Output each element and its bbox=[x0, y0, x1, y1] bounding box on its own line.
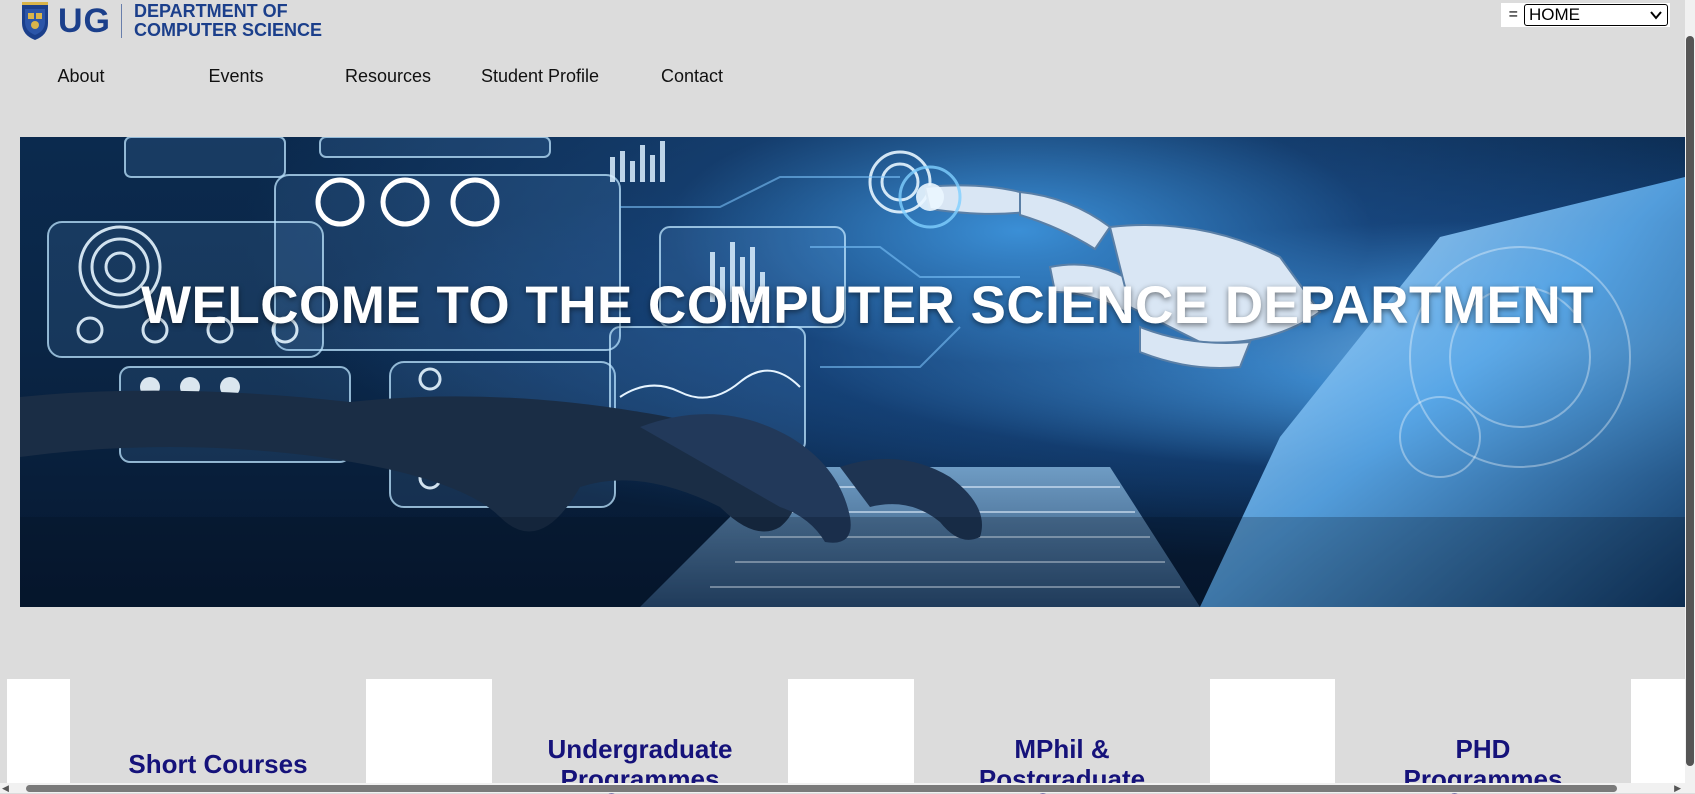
chevron-down-icon bbox=[1650, 11, 1662, 20]
logo-text: UG bbox=[58, 2, 111, 40]
card-spacer bbox=[366, 679, 492, 783]
scroll-right-arrow-icon[interactable]: ▶ bbox=[1674, 784, 1681, 793]
card-spacer bbox=[7, 679, 70, 783]
main-navigation: About Events Resources Student Profile C… bbox=[0, 66, 772, 87]
nav-contact-link[interactable]: Contact bbox=[612, 66, 772, 87]
nav-student-profile-link[interactable]: Student Profile bbox=[468, 66, 612, 87]
card-title: Short Courses bbox=[128, 749, 308, 779]
horizontal-scroll-thumb[interactable] bbox=[26, 785, 1617, 792]
vertical-scroll-thumb[interactable] bbox=[1686, 36, 1694, 766]
page-select-value: HOME bbox=[1529, 5, 1580, 24]
undergraduate-card[interactable]: Undergraduate Programmes bbox=[492, 679, 788, 794]
logo-divider bbox=[121, 4, 122, 38]
department-line-1: DEPARTMENT OF bbox=[134, 1, 288, 21]
department-line-2: COMPUTER SCIENCE bbox=[134, 20, 323, 40]
vertical-scrollbar[interactable] bbox=[1685, 0, 1695, 784]
department-name: DEPARTMENT OF COMPUTER SCIENCE bbox=[134, 2, 322, 40]
hero-title: WELCOME TO THE COMPUTER SCIENCE DEPARTME… bbox=[140, 276, 1594, 335]
card-title: MPhil & bbox=[1014, 734, 1110, 764]
card-spacer bbox=[788, 679, 914, 783]
page-select-container: = HOME bbox=[1500, 3, 1670, 27]
page-select-dropdown[interactable]: HOME bbox=[1524, 4, 1668, 26]
scroll-left-arrow-icon[interactable]: ◀ bbox=[2, 784, 9, 793]
card-title: Undergraduate bbox=[547, 734, 733, 764]
site-logo[interactable]: UG DEPARTMENT OF COMPUTER SCIENCE bbox=[20, 0, 322, 42]
nav-events-link[interactable]: Events bbox=[164, 66, 308, 87]
nav-about-link[interactable]: About bbox=[0, 66, 162, 87]
card-title: PHD bbox=[1455, 734, 1511, 764]
horizontal-scrollbar[interactable]: ◀ ▶ bbox=[0, 783, 1695, 793]
programmes-section: Short Courses Undergraduate Programmes M… bbox=[7, 679, 1695, 794]
mphil-postgraduate-card[interactable]: MPhil & Postgraduate bbox=[914, 679, 1210, 794]
select-prefix: = bbox=[1508, 6, 1518, 23]
university-crest-icon bbox=[20, 1, 50, 41]
card-spacer bbox=[1209, 679, 1335, 783]
hero-banner: WELCOME TO THE COMPUTER SCIENCE DEPARTME… bbox=[20, 137, 1685, 607]
phd-card[interactable]: PHD Programmes bbox=[1335, 679, 1631, 794]
nav-resources-link[interactable]: Resources bbox=[308, 66, 468, 87]
short-courses-card[interactable]: Short Courses bbox=[70, 679, 366, 783]
hero-background-image bbox=[20, 137, 1685, 607]
